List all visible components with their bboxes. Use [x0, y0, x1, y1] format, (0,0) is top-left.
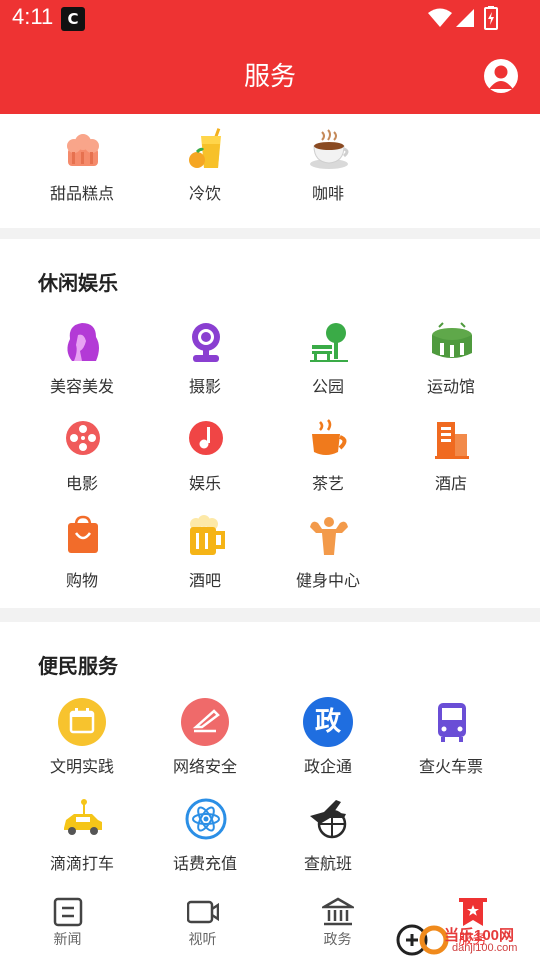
item-label: 公园: [311, 377, 344, 396]
item-label: 美容美发: [49, 377, 114, 396]
food-section: 甜品糕点 冷饮 咖啡: [0, 114, 540, 228]
item-label: 摄影: [188, 377, 221, 396]
wifi-icon: [428, 8, 452, 27]
item-label: 运动馆: [426, 377, 475, 396]
service-item-movie[interactable]: 电影: [17, 418, 147, 498]
app-header: 4:11 C 服务: [0, 0, 540, 114]
service-item-dessert[interactable]: 甜品糕点: [17, 128, 147, 208]
service-item-stadium[interactable]: 运动馆: [386, 321, 516, 401]
site-watermark: 当乐100网 danji100.com: [392, 920, 540, 960]
service-item-park[interactable]: 公园: [263, 321, 393, 401]
item-label: 话费充值: [172, 854, 237, 873]
service-item-beauty[interactable]: 美容美发: [17, 321, 147, 401]
beer-mug-icon: [190, 515, 225, 555]
film-reel-icon: [66, 421, 100, 455]
music-note-icon: [189, 421, 223, 455]
service-item-recharge[interactable]: 话费充值: [140, 798, 270, 878]
camera-icon: [192, 323, 220, 362]
service-item-train-ticket[interactable]: 查火车票: [386, 701, 516, 781]
tab-label: 政务: [323, 932, 352, 948]
calendar-icon: [58, 698, 106, 746]
app-notification-icon: C: [61, 7, 85, 31]
item-label: 甜品糕点: [49, 184, 114, 203]
atom-recharge-icon: [185, 798, 227, 840]
bus-ticket-icon: [438, 703, 466, 742]
tab-label: 新闻: [53, 932, 82, 948]
news-icon: [53, 897, 83, 927]
video-camera-icon: [187, 900, 219, 924]
gov-enterprise-icon: 政: [303, 697, 353, 747]
item-label: 茶艺: [311, 474, 344, 493]
shopping-bag-icon: [68, 515, 98, 553]
item-label: 健身中心: [295, 571, 360, 590]
tab-government[interactable]: 政务: [270, 892, 405, 960]
status-bar: 4:11 C: [0, 0, 540, 36]
item-label: 网络安全: [172, 757, 237, 776]
cake-icon: [67, 134, 99, 166]
section-title: 便民服务: [38, 654, 118, 678]
service-item-shopping[interactable]: 购物: [17, 515, 147, 595]
service-item-tea[interactable]: 茶艺: [263, 418, 393, 498]
service-item-photography[interactable]: 摄影: [140, 321, 270, 401]
page-title: 服务: [243, 62, 296, 92]
service-item-entertainment[interactable]: 娱乐: [140, 418, 270, 498]
item-label: 咖啡: [311, 184, 344, 203]
service-item-gov-enterprise[interactable]: 政 政企通: [263, 697, 393, 781]
item-label: 购物: [65, 571, 98, 590]
service-item-cold-drink[interactable]: 冷饮: [140, 128, 270, 208]
government-building-icon: [322, 897, 354, 926]
stadium-icon: [432, 322, 472, 358]
item-label: 电影: [65, 474, 98, 493]
item-label: 查航班: [303, 854, 352, 873]
service-item-coffee[interactable]: 咖啡: [263, 128, 393, 208]
watermark-url: danji100.com: [452, 942, 518, 954]
leisure-section: 休闲娱乐 美容美发 摄影 公园 运动馆 电影 娱乐 茶艺 酒店 购物 酒吧 健身…: [0, 239, 540, 608]
item-label: 文明实践: [49, 757, 114, 776]
tab-video[interactable]: 视听: [135, 892, 270, 960]
park-icon: [310, 323, 348, 362]
section-title: 休闲娱乐: [38, 271, 118, 295]
tab-news[interactable]: 新闻: [0, 892, 135, 960]
item-label: 查火车票: [418, 757, 483, 776]
network-security-icon: [181, 698, 229, 746]
service-item-flight[interactable]: 查航班: [263, 798, 393, 878]
item-label: 酒店: [434, 474, 467, 493]
item-label: 政企通: [303, 757, 352, 776]
signal-icon: [456, 9, 474, 27]
service-item-hotel[interactable]: 酒店: [386, 418, 516, 498]
item-label: 娱乐: [188, 474, 221, 493]
item-label: 滴滴打车: [49, 854, 114, 873]
fitness-muscle-icon: [310, 517, 348, 555]
beauty-hair-icon: [67, 323, 99, 361]
item-label: 冷饮: [188, 184, 221, 203]
user-circle-icon: [489, 65, 513, 89]
battery-charging-icon: [484, 6, 498, 30]
tab-label: 视听: [188, 932, 217, 948]
item-label: 酒吧: [188, 571, 221, 590]
services-section: 便民服务 文明实践 网络安全 政 政企通 查火车票 滴滴打车 话费充值 查航班: [0, 622, 540, 892]
service-item-civilization[interactable]: 文明实践: [17, 698, 147, 781]
service-item-bar[interactable]: 酒吧: [140, 515, 270, 595]
service-item-fitness[interactable]: 健身中心: [263, 515, 393, 595]
taxi-icon: [64, 799, 102, 835]
flight-globe-icon: [310, 800, 347, 839]
service-item-network-security[interactable]: 网络安全: [140, 698, 270, 781]
hotel-icon: [435, 422, 469, 459]
user-profile-button[interactable]: [484, 59, 518, 93]
watermark-logo-icon: [396, 924, 449, 956]
coffee-icon: [310, 129, 349, 169]
status-time: 4:11: [12, 4, 54, 29]
service-item-taxi[interactable]: 滴滴打车: [17, 798, 147, 878]
tea-cup-icon: [312, 419, 347, 455]
cold-drink-icon: [189, 128, 221, 168]
